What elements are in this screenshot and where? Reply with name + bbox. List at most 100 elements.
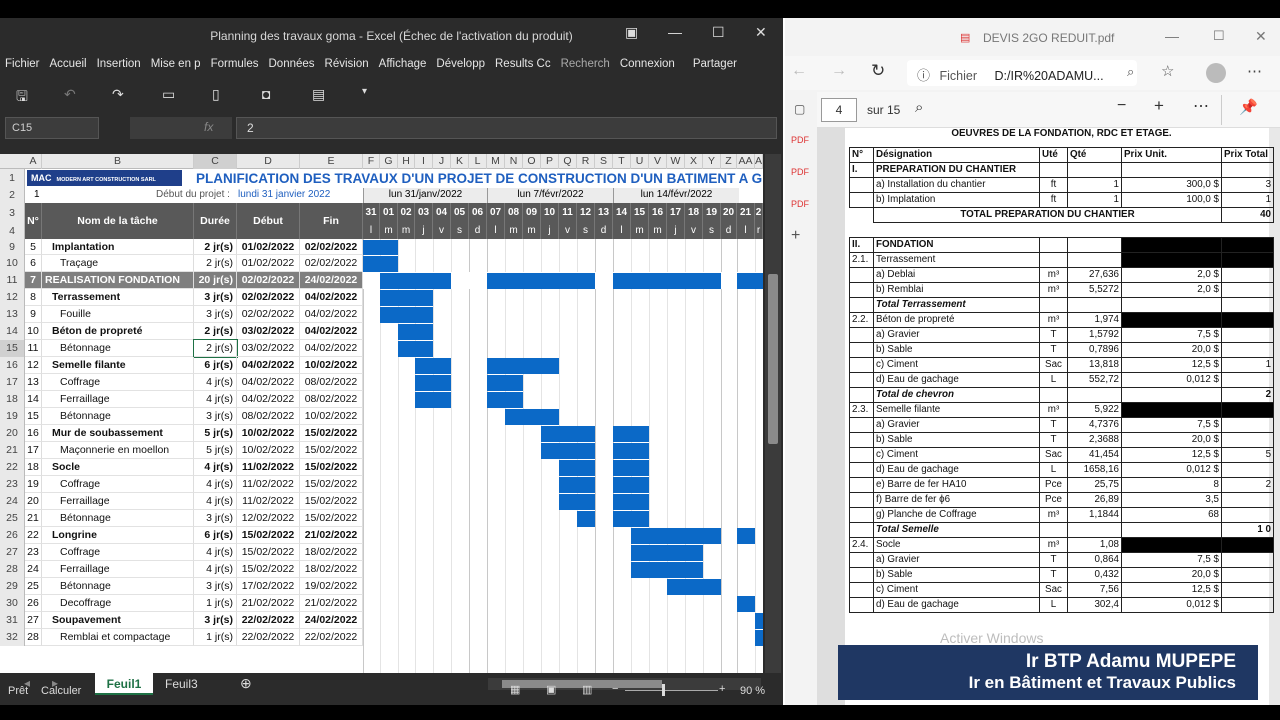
column-header[interactable]: C xyxy=(194,154,237,169)
ribbon-tab[interactable]: Développ xyxy=(431,58,490,70)
zoom-in-icon[interactable]: + xyxy=(719,683,725,695)
task-start[interactable]: 11/02/2022 xyxy=(237,459,300,476)
row-header[interactable]: 4 xyxy=(0,223,25,239)
task-end[interactable]: 02/02/2022 xyxy=(300,255,363,272)
task-end[interactable]: 22/02/2022 xyxy=(300,629,363,646)
task-start[interactable]: 22/02/2022 xyxy=(237,612,300,629)
task-duration[interactable]: 3 jr(s) xyxy=(194,510,237,527)
ribbon-tab[interactable]: Mise en p xyxy=(146,58,206,70)
save-icon[interactable]: 🖫 xyxy=(16,86,28,110)
column-header[interactable]: H xyxy=(398,154,415,169)
redo-icon[interactable]: ↷ xyxy=(112,86,124,103)
ribbon-tab[interactable]: Accueil xyxy=(45,58,92,70)
ribbon-tab[interactable]: Partager xyxy=(688,58,742,70)
row-header[interactable]: 21 xyxy=(0,442,25,459)
task-end[interactable]: 24/02/2022 xyxy=(300,272,363,289)
camera-icon[interactable]: ◘ xyxy=(262,86,270,102)
pdf-page-area[interactable]: OEUVRES DE LA FONDATION, RDC ET ETAGE. N°… xyxy=(817,128,1280,705)
pdf-more-icon[interactable]: ⋯ xyxy=(1193,96,1209,116)
task-name[interactable]: Maçonnerie en moellon xyxy=(42,442,194,459)
task-name[interactable]: Mur de soubassement xyxy=(42,425,194,442)
task-duration[interactable]: 3 jr(s) xyxy=(194,612,237,629)
task-duration[interactable]: 2 jr(s) xyxy=(194,239,237,255)
task-end[interactable]: 21/02/2022 xyxy=(300,595,363,612)
column-header[interactable]: S xyxy=(595,154,613,169)
row-header[interactable]: 13 xyxy=(0,306,25,323)
column-header[interactable]: U xyxy=(631,154,649,169)
task-start[interactable]: 12/02/2022 xyxy=(237,510,300,527)
task-duration[interactable]: 1 jr(s) xyxy=(194,629,237,646)
pdf-minimize-icon[interactable]: — xyxy=(1165,28,1179,44)
column-header[interactable]: P xyxy=(541,154,559,169)
task-duration[interactable]: 5 jr(s) xyxy=(194,442,237,459)
task-duration[interactable]: 3 jr(s) xyxy=(194,578,237,595)
row-header[interactable]: 20 xyxy=(0,425,25,442)
back-icon[interactable]: ← xyxy=(791,62,807,80)
task-end[interactable]: 04/02/2022 xyxy=(300,340,363,357)
task-start[interactable]: 11/02/2022 xyxy=(237,493,300,510)
task-name[interactable]: Bétonnage xyxy=(42,340,194,357)
ribbon-tab[interactable]: Données xyxy=(264,58,320,70)
task-duration[interactable]: 2 jr(s) xyxy=(194,323,237,340)
row-header[interactable]: 24 xyxy=(0,493,25,510)
pin-icon[interactable]: 📌 xyxy=(1239,98,1258,116)
column-header[interactable]: B xyxy=(42,154,194,169)
task-end[interactable]: 15/02/2022 xyxy=(300,425,363,442)
column-header[interactable]: G xyxy=(380,154,398,169)
column-header[interactable]: X xyxy=(685,154,703,169)
open-icon[interactable]: ▭ xyxy=(162,86,175,103)
task-duration[interactable]: 4 jr(s) xyxy=(194,476,237,493)
scroll-thumb[interactable] xyxy=(768,274,778,444)
row-header[interactable]: 26 xyxy=(0,527,25,544)
zoom-slider-thumb[interactable] xyxy=(662,684,665,696)
task-start[interactable]: 15/02/2022 xyxy=(237,561,300,578)
normal-view-icon[interactable]: ▦ xyxy=(510,683,520,696)
task-start[interactable]: 08/02/2022 xyxy=(237,408,300,425)
row-header[interactable]: 18 xyxy=(0,391,25,408)
row-header[interactable]: 29 xyxy=(0,578,25,595)
task-end[interactable]: 15/02/2022 xyxy=(300,510,363,527)
task-name[interactable]: Socle xyxy=(42,459,194,476)
column-header[interactable]: A xyxy=(755,154,763,169)
task-name[interactable]: REALISATION FONDATION xyxy=(42,272,194,289)
column-header[interactable]: R xyxy=(577,154,595,169)
task-end[interactable]: 08/02/2022 xyxy=(300,374,363,391)
page-layout-icon[interactable]: ▣ xyxy=(546,683,556,696)
task-start[interactable]: 15/02/2022 xyxy=(237,544,300,561)
ribbon-tab[interactable]: Fichier xyxy=(0,58,45,70)
task-duration[interactable]: 6 jr(s) xyxy=(194,527,237,544)
column-header[interactable]: W xyxy=(667,154,685,169)
task-name[interactable]: Bétonnage xyxy=(42,408,194,425)
tab-panel-icon[interactable]: ▢ xyxy=(794,102,805,116)
column-header[interactable]: Q xyxy=(559,154,577,169)
task-duration[interactable]: 4 jr(s) xyxy=(194,459,237,476)
ribbon-tab[interactable]: Affichage xyxy=(374,58,432,70)
close-icon[interactable]: ✕ xyxy=(755,24,767,41)
task-duration[interactable]: 20 jr(s) xyxy=(194,272,237,289)
pdf-tab-icon-3[interactable]: PDF xyxy=(791,199,809,209)
task-start[interactable]: 03/02/2022 xyxy=(237,323,300,340)
task-duration[interactable]: 1 jr(s) xyxy=(194,595,237,612)
row-header[interactable]: 9 xyxy=(0,239,25,255)
page-number-input[interactable]: 4 xyxy=(821,98,857,122)
task-end[interactable]: 04/02/2022 xyxy=(300,289,363,306)
task-end[interactable]: 10/02/2022 xyxy=(300,408,363,425)
task-start[interactable]: 10/02/2022 xyxy=(237,425,300,442)
row-header[interactable]: 22 xyxy=(0,459,25,476)
task-end[interactable]: 24/02/2022 xyxy=(300,612,363,629)
name-box[interactable]: C15 xyxy=(5,117,99,139)
task-name[interactable]: Coffrage xyxy=(42,374,194,391)
column-header[interactable]: F xyxy=(363,154,380,169)
task-start[interactable]: 11/02/2022 xyxy=(237,476,300,493)
forward-icon[interactable]: → xyxy=(831,62,847,80)
task-name[interactable]: Semelle filante xyxy=(42,357,194,374)
task-name[interactable]: Coffrage xyxy=(42,476,194,493)
minimize-icon[interactable]: — xyxy=(668,24,682,40)
customize-qat-icon[interactable]: ▾ xyxy=(362,86,367,97)
task-name[interactable]: Decoffrage xyxy=(42,595,194,612)
task-name[interactable]: Coffrage xyxy=(42,544,194,561)
new-tab-icon[interactable]: + xyxy=(791,227,800,245)
task-start[interactable]: 01/02/2022 xyxy=(237,255,300,272)
task-end[interactable]: 18/02/2022 xyxy=(300,561,363,578)
task-name[interactable]: Implantation xyxy=(42,239,194,255)
